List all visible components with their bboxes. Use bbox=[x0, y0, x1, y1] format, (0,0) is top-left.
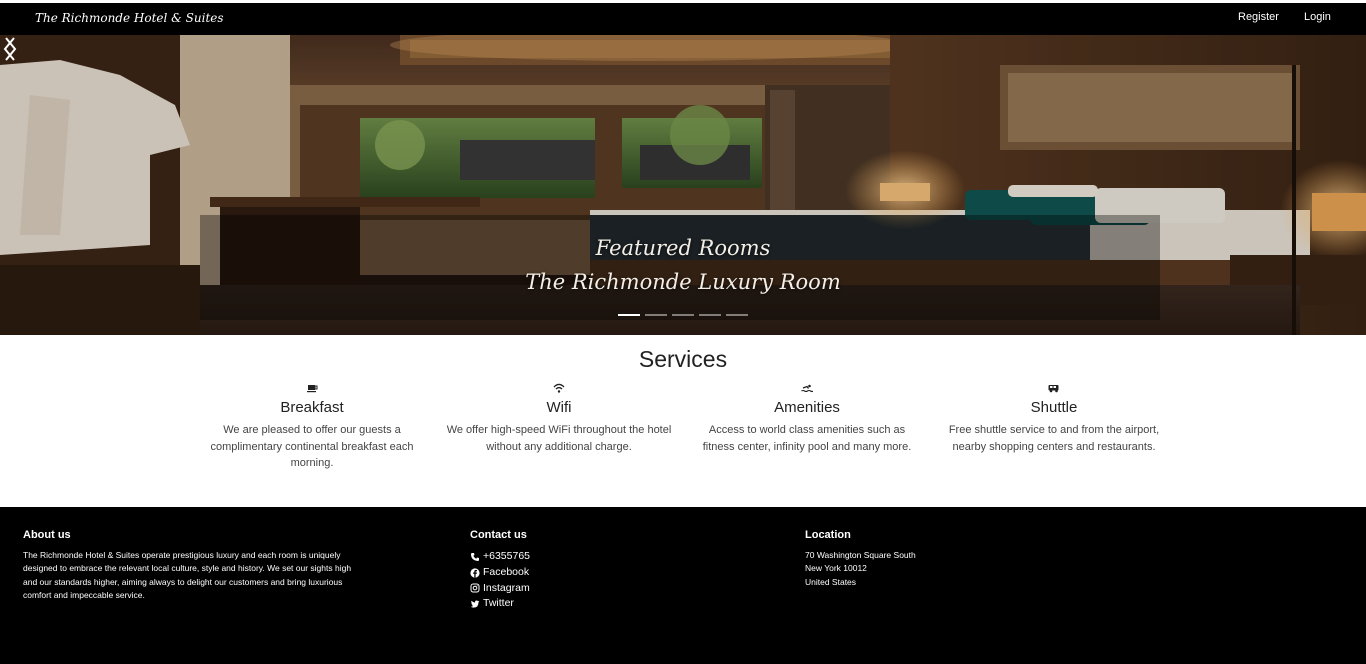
instagram-icon bbox=[470, 583, 480, 593]
service-description: We are pleased to offer our guests a com… bbox=[210, 424, 414, 469]
contact-list: +6355765 Facebook Instagram Twitter bbox=[470, 549, 530, 612]
service-description: We offer high-speed WiFi throughout the … bbox=[446, 424, 672, 453]
location-address: 70 Washington Square South New York 1001… bbox=[805, 549, 916, 589]
service-title: Breakfast bbox=[280, 399, 344, 416]
carousel-indicator[interactable] bbox=[645, 314, 667, 316]
carousel-indicator[interactable] bbox=[726, 314, 748, 316]
address-line: United States bbox=[805, 576, 857, 587]
carousel-indicator[interactable] bbox=[618, 314, 640, 316]
service-title: Shuttle bbox=[1030, 399, 1078, 416]
wifi-icon bbox=[553, 383, 565, 393]
about-text: The Richmonde Hotel & Suites operate pre… bbox=[23, 550, 352, 601]
service-breakfast: Breakfast We are pleased to offer our gu… bbox=[197, 382, 427, 472]
phone-icon bbox=[471, 552, 479, 561]
navbar: The Richmonde Hotel & Suites Register Lo… bbox=[0, 3, 1366, 35]
facebook-link: Facebook bbox=[483, 565, 530, 578]
shuttle-van-icon bbox=[1048, 385, 1059, 393]
twitter-link: Twitter bbox=[483, 597, 514, 610]
service-shuttle: Shuttle Free shuttle service to and from… bbox=[939, 382, 1169, 455]
carousel-next-icon[interactable] bbox=[0, 35, 20, 63]
service-amenities: Amenities Access to world class amenitie… bbox=[692, 382, 922, 455]
address-line: New York 10012 bbox=[805, 563, 867, 574]
service-description: Access to world class amenities such as … bbox=[702, 424, 912, 453]
carousel-indicator[interactable] bbox=[672, 314, 694, 316]
carousel-indicator[interactable] bbox=[699, 314, 721, 316]
brand-logo-link[interactable]: The Richmonde Hotel & Suites bbox=[35, 11, 224, 25]
twitter-icon bbox=[470, 600, 480, 608]
instagram-link: Instagram bbox=[483, 581, 530, 594]
about-heading: About us bbox=[23, 529, 71, 541]
carousel-caption-title: Featured Rooms bbox=[595, 236, 771, 260]
contact-instagram[interactable]: Instagram bbox=[470, 581, 530, 597]
phone-number: +6355765 bbox=[483, 550, 531, 562]
footer: About us The Richmonde Hotel & Suites op… bbox=[0, 507, 1366, 664]
carousel-caption-subtitle: The Richmonde Luxury Room bbox=[525, 270, 841, 294]
location-heading: Location bbox=[805, 529, 851, 541]
service-wifi: Wifi We offer high-speed WiFi throughout… bbox=[444, 382, 674, 455]
service-title: Amenities bbox=[774, 399, 840, 416]
service-description: Free shuttle service to and from the air… bbox=[948, 424, 1160, 453]
contact-facebook[interactable]: Facebook bbox=[470, 565, 530, 581]
coffee-icon bbox=[307, 385, 318, 393]
services-heading: Services bbox=[638, 346, 728, 372]
contact-heading: Contact us bbox=[470, 529, 527, 541]
contact-phone[interactable]: +6355765 bbox=[470, 549, 530, 565]
contact-twitter[interactable]: Twitter bbox=[470, 596, 530, 612]
facebook-icon bbox=[470, 568, 480, 578]
swimmer-icon bbox=[801, 384, 813, 393]
address-line: 70 Washington Square South bbox=[805, 550, 916, 560]
service-title: Wifi bbox=[546, 399, 572, 416]
carousel-indicators bbox=[618, 314, 748, 316]
login-link[interactable]: Login bbox=[1304, 11, 1331, 23]
hero-carousel: Featured Rooms The Richmonde Luxury Room bbox=[0, 35, 1366, 335]
register-link[interactable]: Register bbox=[1238, 11, 1279, 23]
